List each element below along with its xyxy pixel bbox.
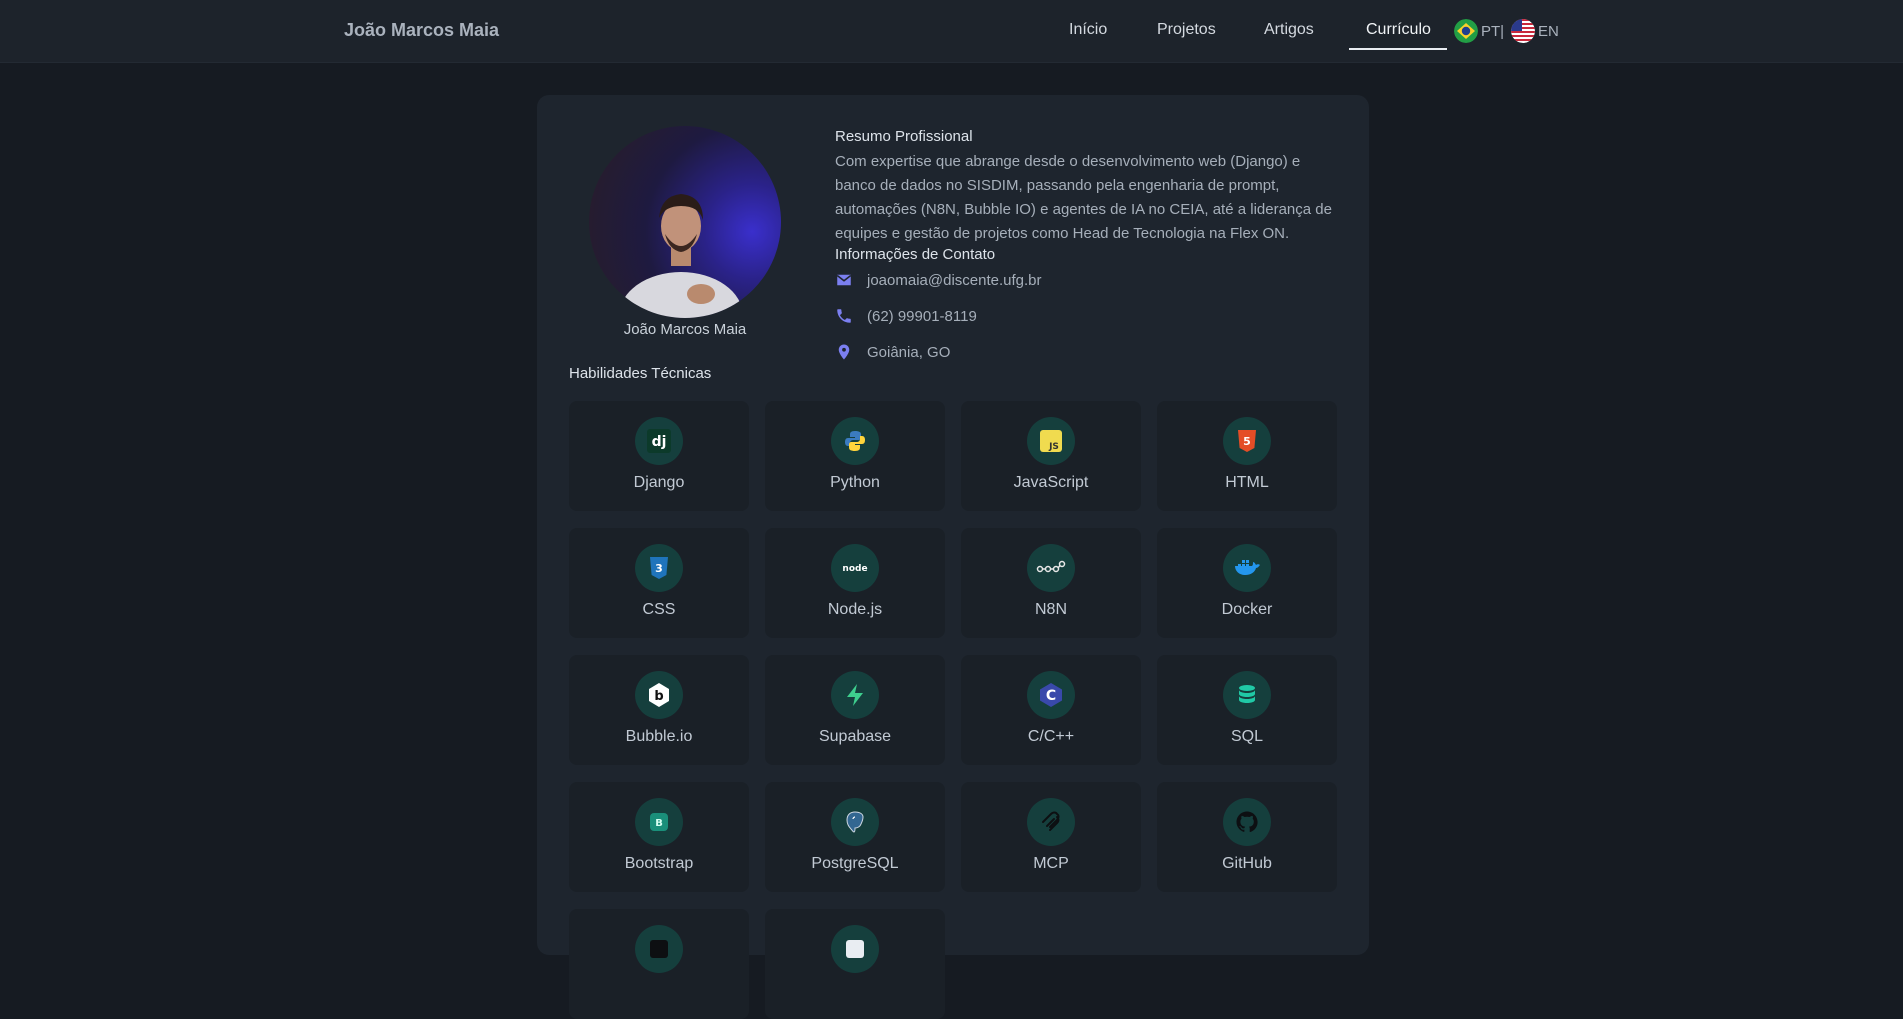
- language-en-toggle[interactable]: EN: [1511, 19, 1559, 43]
- svg-text:C: C: [1046, 688, 1056, 704]
- database-icon: [1223, 671, 1271, 719]
- nav-link-curriculo[interactable]: Currículo: [1366, 21, 1431, 39]
- skills-heading: Habilidades Técnicas: [569, 365, 712, 382]
- django-icon: dj: [635, 417, 683, 465]
- contact-email-text: joaomaia@discente.ufg.br: [867, 271, 1042, 289]
- skill-label: SQL: [1230, 728, 1263, 745]
- skill-card-docker[interactable]: Docker: [1157, 528, 1337, 638]
- skill-label: Django: [633, 474, 685, 491]
- github-icon: [1223, 798, 1271, 846]
- contact-phone-text: (62) 99901-8119: [867, 307, 977, 325]
- skill-label: JavaScript: [1013, 474, 1089, 491]
- skill-card-bubble[interactable]: b Bubble.io: [569, 655, 749, 765]
- active-nav-indicator: [1349, 48, 1447, 50]
- svg-text:node: node: [842, 564, 867, 574]
- skill-card-partial-2[interactable]: [765, 909, 945, 1019]
- contact-heading: Informações de Contato: [835, 246, 996, 263]
- skill-card-mcp[interactable]: MCP: [961, 782, 1141, 892]
- nodejs-icon: node: [831, 544, 879, 592]
- docker-icon: [1223, 544, 1271, 592]
- svg-text:b: b: [654, 689, 663, 704]
- skill-label: HTML: [1225, 474, 1269, 491]
- skill-icon-partial-2: [831, 925, 879, 973]
- skill-card-postgresql[interactable]: PostgreSQL: [765, 782, 945, 892]
- skill-card-bootstrap[interactable]: B Bootstrap: [569, 782, 749, 892]
- mail-icon: [836, 274, 852, 286]
- skill-label: N8N: [1034, 601, 1067, 618]
- svg-text:5: 5: [1243, 435, 1251, 448]
- map-pin-icon: [838, 344, 850, 360]
- language-pt-label: PT|: [1481, 22, 1505, 40]
- skill-label: CSS: [642, 601, 676, 618]
- contact-location-text: Goiânia, GO: [867, 343, 951, 361]
- summary-heading: Resumo Profissional: [835, 128, 973, 145]
- javascript-icon: JS: [1027, 417, 1075, 465]
- skill-card-n8n[interactable]: N8N: [961, 528, 1141, 638]
- usa-flag-icon: [1511, 19, 1535, 43]
- skill-card-css[interactable]: 3 CSS: [569, 528, 749, 638]
- python-icon: [831, 417, 879, 465]
- site-brand[interactable]: João Marcos Maia: [344, 20, 499, 41]
- skill-card-github[interactable]: GitHub: [1157, 782, 1337, 892]
- nav-link-projetos[interactable]: Projetos: [1157, 21, 1216, 39]
- skill-label: Bubble.io: [625, 728, 693, 745]
- svg-text:B: B: [655, 818, 663, 829]
- n8n-icon: [1027, 544, 1075, 592]
- bubble-icon: b: [635, 671, 683, 719]
- html5-icon: 5: [1223, 417, 1271, 465]
- postgresql-icon: [831, 798, 879, 846]
- skill-label: GitHub: [1222, 855, 1272, 872]
- css3-icon: 3: [635, 544, 683, 592]
- brazil-flag-icon: [1454, 19, 1478, 43]
- skill-card-supabase[interactable]: Supabase: [765, 655, 945, 765]
- skill-label: MCP: [1033, 855, 1069, 872]
- skill-icon-partial-1: [635, 925, 683, 973]
- skill-card-python[interactable]: Python: [765, 401, 945, 511]
- cpp-icon: C: [1027, 671, 1075, 719]
- language-en-label: EN: [1538, 22, 1559, 40]
- skill-label: Bootstrap: [624, 855, 694, 872]
- skill-label: PostgreSQL: [811, 855, 899, 872]
- top-navbar: João Marcos Maia Início Projetos Artigos…: [0, 0, 1903, 63]
- skill-card-cpp[interactable]: C C/C++: [961, 655, 1141, 765]
- supabase-icon: [831, 671, 879, 719]
- nav-link-inicio[interactable]: Início: [1069, 21, 1107, 39]
- phone-icon: [837, 309, 851, 323]
- mcp-icon: [1027, 798, 1075, 846]
- skill-label: C/C++: [1027, 728, 1075, 745]
- skill-label: Python: [830, 474, 880, 491]
- skill-card-javascript[interactable]: JS JavaScript: [961, 401, 1141, 511]
- skill-card-django[interactable]: dj Django: [569, 401, 749, 511]
- contact-phone[interactable]: (62) 99901-8119: [835, 306, 977, 326]
- svg-text:dj: dj: [652, 434, 667, 450]
- skill-card-sql[interactable]: SQL: [1157, 655, 1337, 765]
- skill-card-nodejs[interactable]: node Node.js: [765, 528, 945, 638]
- resume-card: João Marcos Maia Resumo Profissional Com…: [537, 95, 1369, 1019]
- skill-label: Node.js: [827, 601, 883, 618]
- contact-email[interactable]: joaomaia@discente.ufg.br: [835, 270, 1042, 290]
- svg-text:3: 3: [655, 562, 663, 575]
- summary-text: Com expertise que abrange desde o desenv…: [835, 153, 1332, 242]
- profile-name: João Marcos Maia: [623, 321, 747, 338]
- nav-link-artigos[interactable]: Artigos: [1264, 21, 1314, 39]
- contact-location[interactable]: Goiânia, GO: [835, 342, 950, 362]
- skill-card-html[interactable]: 5 HTML: [1157, 401, 1337, 511]
- svg-text:JS: JS: [1048, 442, 1059, 452]
- skill-label: Docker: [1221, 601, 1273, 618]
- language-pt-toggle[interactable]: PT|: [1454, 19, 1504, 43]
- bootstrap-icon: B: [635, 798, 683, 846]
- skill-label: Supabase: [818, 728, 892, 745]
- profile-photo: [589, 126, 781, 318]
- skill-card-partial-1[interactable]: [569, 909, 749, 1019]
